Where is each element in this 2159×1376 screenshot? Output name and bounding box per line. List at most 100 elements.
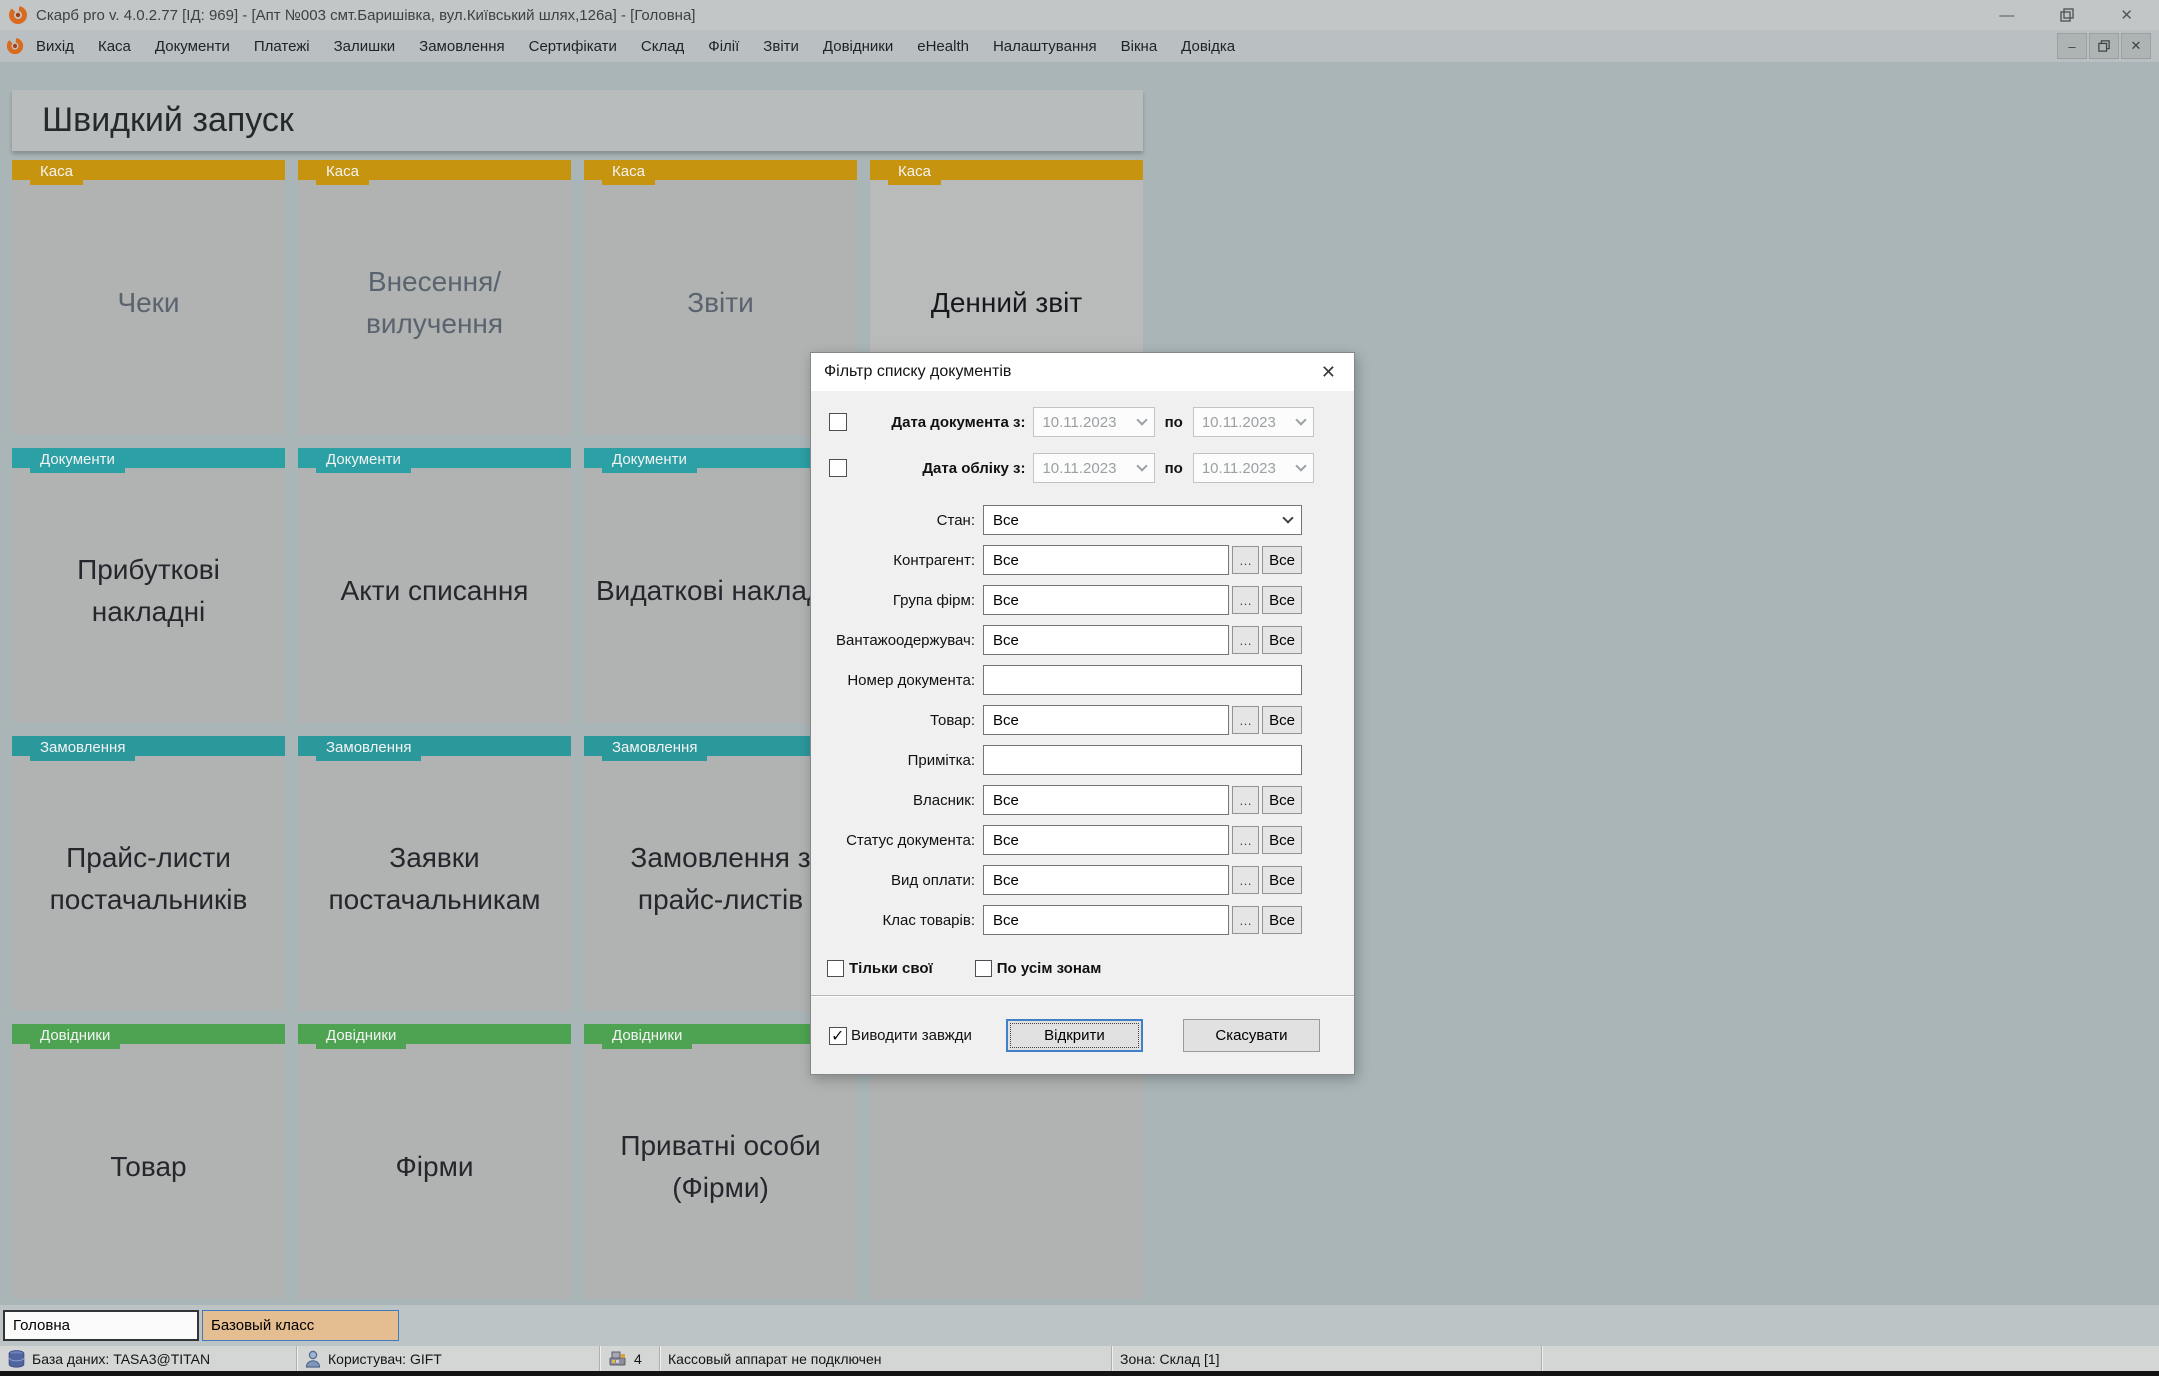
menu-item-documents[interactable]: Документи	[143, 33, 242, 60]
tile-checks[interactable]: Каса Чеки	[12, 160, 285, 435]
all-zones-check[interactable]: По усім зонам	[974, 959, 1101, 977]
tile-label: Чеки	[117, 286, 180, 318]
open-button[interactable]: Відкрити	[1005, 1019, 1143, 1052]
menu-item-settings[interactable]: Налаштування	[981, 33, 1109, 60]
window-title: Скарб pro v. 4.0.2.77 [ІД: 969] - [Апт №…	[36, 6, 696, 24]
date-between-label: по	[1164, 413, 1183, 431]
all-zones-checkbox[interactable]	[974, 959, 992, 977]
tile-writeoff-acts[interactable]: Документи Акти списання	[298, 448, 571, 723]
document-status-browse-button[interactable]: …	[1232, 826, 1259, 854]
always-show-check[interactable]: Виводити завжди	[829, 1026, 972, 1046]
status-database: База даних: TASA3@TITAN	[0, 1346, 297, 1371]
tile-supplier-price-lists[interactable]: Замовлення Прайс-листи постачальників	[12, 736, 285, 1011]
tab-holovna[interactable]: Головна	[3, 1310, 199, 1341]
document-status-row: Статус документа: Все … Все	[817, 825, 1302, 855]
goods-row: Товар: Все … Все	[817, 705, 1302, 735]
tile-income-invoices[interactable]: Документи Прибуткові накладні	[12, 448, 285, 723]
tile-label: Внесення/вилучення	[365, 265, 504, 339]
menu-item-kasa[interactable]: Каса	[86, 33, 143, 60]
window-titlebar: Скарб pro v. 4.0.2.77 [ІД: 969] - [Апт №…	[0, 0, 2159, 30]
owner-all-button[interactable]: Все	[1262, 786, 1302, 814]
app-logo-icon	[6, 37, 24, 55]
menu-item-balances[interactable]: Залишки	[322, 33, 408, 60]
consignee-all-button[interactable]: Все	[1262, 626, 1302, 654]
document-status-all-button[interactable]: Все	[1262, 826, 1302, 854]
tile-deposit-withdrawal[interactable]: Каса Внесення/вилучення	[298, 160, 571, 435]
menu-item-certificates[interactable]: Сертифікати	[517, 33, 629, 60]
account-date-checkbox[interactable]	[829, 459, 847, 477]
firm-group-field[interactable]: Все	[983, 585, 1229, 615]
goods-all-button[interactable]: Все	[1262, 706, 1302, 734]
tile-firms[interactable]: Довідники Фірми	[298, 1024, 571, 1299]
goods-browse-button[interactable]: …	[1232, 706, 1259, 734]
menu-item-directories[interactable]: Довідники	[811, 33, 905, 60]
contractor-all-button[interactable]: Все	[1262, 546, 1302, 574]
menu-item-payments[interactable]: Платежі	[242, 33, 322, 60]
always-show-checkbox[interactable]	[829, 1026, 847, 1046]
account-date-from-select[interactable]: 10.11.2023	[1033, 453, 1155, 483]
document-number-input[interactable]	[983, 665, 1302, 695]
only-own-checkbox[interactable]	[827, 959, 844, 977]
menu-items: Вихід Каса Документи Платежі Залишки Зам…	[24, 33, 1247, 60]
note-input[interactable]	[983, 745, 1302, 775]
payment-type-row: Вид оплати: Все … Все	[817, 865, 1302, 895]
cash-register-icon	[609, 1351, 626, 1366]
document-date-row: Дата документа з: 10.11.2023 по 10.11.20…	[829, 407, 1314, 437]
menu-item-orders[interactable]: Замовлення	[407, 33, 516, 60]
menu-item-branches[interactable]: Філії	[696, 33, 751, 60]
minimize-button[interactable]: —	[1999, 8, 2014, 23]
contractor-browse-button[interactable]: …	[1232, 546, 1259, 574]
mdi-close-button[interactable]: ✕	[2121, 33, 2151, 59]
only-own-check[interactable]: Тільки свої	[827, 959, 933, 977]
consignee-field[interactable]: Все	[983, 625, 1229, 655]
tile-category-tag: Довідники	[602, 1024, 693, 1049]
close-button[interactable]: ✕	[2120, 8, 2133, 23]
status-cash-register-message: Кассовый аппарат не подключен	[660, 1346, 1112, 1371]
menu-item-exit[interactable]: Вихід	[24, 33, 86, 60]
restore-button[interactable]	[2060, 8, 2075, 22]
menu-item-help[interactable]: Довідка	[1169, 33, 1247, 60]
firm-group-browse-button[interactable]: …	[1232, 586, 1259, 614]
cancel-button[interactable]: Скасувати	[1182, 1019, 1320, 1052]
dialog-close-icon[interactable]: ✕	[1313, 360, 1344, 385]
tile-category-tag: Документи	[316, 448, 411, 473]
user-icon	[305, 1350, 321, 1368]
account-date-to-select[interactable]: 10.11.2023	[1192, 453, 1314, 483]
tile-supplier-requests[interactable]: Замовлення Заявки постачальникам	[298, 736, 571, 1011]
mdi-minimize-button[interactable]: –	[2057, 33, 2087, 59]
tile-category-tag: Каса	[30, 160, 83, 185]
goods-class-all-button[interactable]: Все	[1262, 906, 1302, 934]
state-select[interactable]: Все	[983, 505, 1302, 535]
goods-class-browse-button[interactable]: …	[1232, 906, 1259, 934]
menu-item-reports[interactable]: Звіти	[751, 33, 811, 60]
contractor-field[interactable]: Все	[983, 545, 1229, 575]
owner-field[interactable]: Все	[983, 785, 1229, 815]
document-date-to-select[interactable]: 10.11.2023	[1192, 407, 1314, 437]
payment-type-all-button[interactable]: Все	[1262, 866, 1302, 894]
consignee-browse-button[interactable]: …	[1232, 626, 1259, 654]
tile-label: Товар	[110, 1150, 187, 1182]
account-date-row: Дата обліку з: 10.11.2023 по 10.11.2023	[829, 453, 1314, 483]
payment-type-field[interactable]: Все	[983, 865, 1229, 895]
goods-field[interactable]: Все	[983, 705, 1229, 735]
taskbar-edge	[0, 1371, 2159, 1376]
payment-type-browse-button[interactable]: …	[1232, 866, 1259, 894]
goods-class-field[interactable]: Все	[983, 905, 1229, 935]
menu-item-windows[interactable]: Вікна	[1109, 33, 1170, 60]
chevron-down-icon	[1295, 414, 1307, 426]
tab-bazovyi-klass[interactable]: Базовый класс	[202, 1310, 399, 1341]
menu-item-warehouse[interactable]: Склад	[629, 33, 696, 60]
tile-goods[interactable]: Довідники Товар	[12, 1024, 285, 1299]
firm-group-all-button[interactable]: Все	[1262, 586, 1302, 614]
menu-item-ehealth[interactable]: eHealth	[905, 33, 981, 60]
quick-launch-title: Швидкий запуск	[42, 101, 294, 139]
tile-label: Прибуткові накладні	[77, 553, 220, 627]
tile-label: Звіти	[687, 286, 754, 318]
document-date-from-select[interactable]: 10.11.2023	[1033, 407, 1155, 437]
document-date-checkbox[interactable]	[829, 413, 847, 431]
owner-browse-button[interactable]: …	[1232, 786, 1259, 814]
tile-category-tag: Каса	[888, 160, 941, 185]
document-status-field[interactable]: Все	[983, 825, 1229, 855]
mdi-restore-button[interactable]	[2089, 33, 2119, 59]
document-filter-dialog: Фільтр списку документів ✕ Дата документ…	[810, 352, 1355, 1075]
